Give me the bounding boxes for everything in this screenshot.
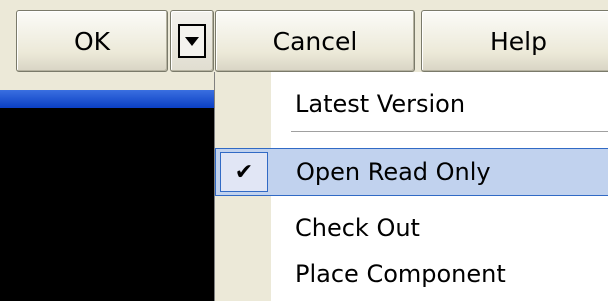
menu-item-latest-version[interactable]: Latest Version	[215, 80, 608, 128]
open-options-menu: Latest Version ✔ Open Read Only Check Ou…	[214, 72, 608, 301]
window-accent-bar	[0, 86, 215, 108]
menu-item-label: Place Component	[295, 260, 506, 288]
checkmark-icon: ✔	[220, 152, 268, 192]
help-button-label: Help	[490, 26, 547, 56]
screen: OK Cancel Help Latest Version ✔ Open Rea…	[0, 0, 608, 301]
dropdown-arrow-icon	[178, 24, 206, 58]
menu-separator	[291, 131, 608, 132]
menu-item-open-read-only[interactable]: ✔ Open Read Only	[215, 148, 608, 196]
ok-button[interactable]: OK	[16, 10, 168, 72]
help-button[interactable]: Help	[421, 10, 608, 72]
ok-options-dropdown-button[interactable]	[170, 10, 214, 72]
ok-button-label: OK	[73, 26, 111, 56]
menu-item-label: Check Out	[295, 214, 420, 242]
cancel-button[interactable]: Cancel	[215, 10, 415, 72]
menu-item-check-out[interactable]: Check Out	[215, 204, 608, 252]
menu-item-place-component[interactable]: Place Component	[215, 250, 608, 298]
menu-item-label: Latest Version	[295, 90, 466, 118]
menu-item-label: Open Read Only	[296, 158, 491, 186]
cancel-button-label: Cancel	[272, 26, 358, 56]
